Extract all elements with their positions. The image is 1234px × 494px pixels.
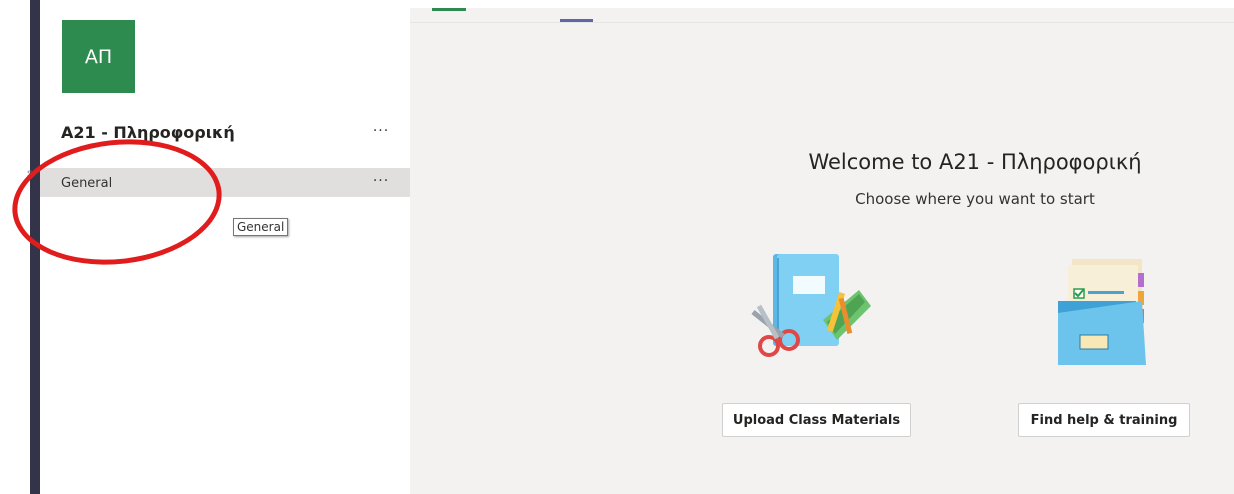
team-avatar[interactable]: ΑΠ xyxy=(62,20,135,93)
active-tab-indicator xyxy=(560,19,593,22)
app-rail xyxy=(30,0,40,494)
upload-class-materials-button[interactable]: Upload Class Materials xyxy=(722,403,911,437)
channel-tooltip: General xyxy=(233,218,289,236)
rail-partial-label: s xyxy=(27,168,33,179)
tab-active-stub xyxy=(432,8,466,11)
find-help-training-button[interactable]: Find help & training xyxy=(1018,403,1190,437)
team-sidebar: ΑΠ A21 - Πληροφορική ··· General ··· Gen… xyxy=(40,0,410,494)
header-divider xyxy=(410,22,1234,23)
team-more-options-button[interactable]: ··· xyxy=(368,124,394,140)
notebook-scissors-pencils-icon xyxy=(751,254,871,357)
channel-more-options-button[interactable]: ··· xyxy=(368,174,394,190)
channel-label: General xyxy=(61,176,113,191)
welcome-subtitle: Choose where you want to start xyxy=(855,190,1095,208)
channel-item-general[interactable]: General ··· xyxy=(40,168,410,197)
welcome-title: Welcome to A21 - Πληροφορική xyxy=(808,150,1142,174)
team-name[interactable]: A21 - Πληροφορική xyxy=(61,123,235,142)
main-content: Welcome to A21 - Πληροφορική Choose wher… xyxy=(410,8,1234,494)
folder-documents-checklist-icon xyxy=(1058,259,1146,365)
